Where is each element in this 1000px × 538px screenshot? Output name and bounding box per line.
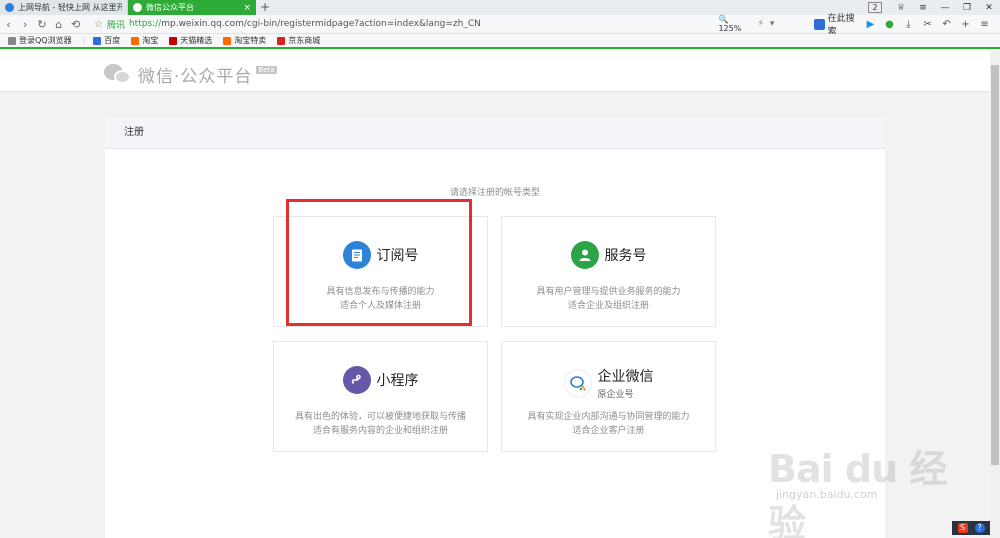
bookmark-item[interactable]: 登录QQ浏览器 (8, 35, 72, 46)
undo-icon[interactable]: ↶ (937, 19, 956, 30)
scrollbar-thumb[interactable] (991, 65, 999, 465)
jd-icon (277, 36, 286, 45)
panel-title: 注册 (105, 117, 885, 149)
back-icon[interactable]: ‹ (0, 18, 17, 31)
tab-navigation[interactable]: 上网导航 - 轻快上网 从这里开 (0, 0, 128, 15)
new-tab-button[interactable]: + (258, 0, 272, 15)
address-bar[interactable]: ☆ 腾讯 https:// mp.weixin.qq.com/cgi-bin/r… (94, 17, 700, 32)
register-panel: 注册 请选择注册的帐号类型 订阅号 具有信息发布与传播的能力 适合个人及媒体注册… (105, 117, 885, 538)
card-title-row: 小程序 (274, 366, 487, 394)
card-title-row: 服务号 (502, 241, 715, 269)
card-description: 具有实现企业内部沟通与协同管理的能力 适合企业客户注册 (502, 410, 715, 438)
url-scheme: https:// (128, 19, 162, 29)
wechat-logo-icon (104, 63, 132, 86)
card-subtitle: 原企业号 (597, 390, 634, 400)
bookmark-label: 京东商城 (288, 36, 321, 45)
bookmarks-bar: 登录QQ浏览器 | 百度 淘宝 天猫精选 淘宝特卖 京东商城 (0, 34, 1000, 49)
toolbar-icons: ▶ ● ⤓ ✂ ↶ + ≡ (861, 19, 1000, 30)
page-scrollbar[interactable] (990, 51, 1000, 538)
wechat-icon[interactable]: ● (880, 19, 899, 30)
desc-line: 具有出色的体验，可以被便捷地获取与传播 (294, 412, 466, 422)
address-toolbar: ‹ › ↻ ⌂ ⟲ ☆ 腾讯 https:// mp.weixin.qq.com… (0, 14, 1000, 37)
taobao-icon (223, 36, 232, 45)
bookmark-label: 天猫精选 (180, 36, 213, 45)
window-controls: 2 ♕ ≡ — ❐ ✕ (868, 0, 1000, 15)
desc-line: 具有实现企业内部沟通与协同管理的能力 (527, 412, 690, 422)
wework-icon (563, 369, 592, 397)
bookmark-icon (8, 36, 16, 45)
desc-line: 适合企业及组织注册 (567, 301, 649, 311)
link-icon (342, 366, 371, 394)
card-wework[interactable]: 企业微信 原企业号 具有实现企业内部沟通与协同管理的能力 适合企业客户注册 (501, 341, 716, 452)
card-name-block: 企业微信 原企业号 (598, 366, 654, 400)
highlight-box (286, 199, 472, 326)
restore-button[interactable]: ❐ (956, 3, 978, 13)
tab-label: 上网导航 - 轻快上网 从这里开 (18, 3, 122, 12)
refresh-icon[interactable]: ↻ (34, 18, 51, 31)
card-name: 小程序 (376, 373, 419, 389)
bookmark-divider: | (82, 36, 86, 45)
sogou-icon[interactable]: S (957, 523, 968, 533)
site-logo[interactable]: 微信·公众平台 Beta (104, 62, 277, 87)
bookmark-item[interactable]: 淘宝特卖 (223, 35, 266, 46)
zoom-value: 125% (718, 24, 742, 33)
bookmark-label: 百度 (104, 36, 121, 45)
baidu-icon (814, 18, 825, 30)
star-icon[interactable]: ☆ (94, 19, 103, 30)
system-tray: S ? (952, 521, 990, 535)
bookmark-item[interactable]: 天猫精选 (169, 35, 212, 46)
tab-count-badge[interactable]: 2 (868, 2, 882, 13)
card-name: 服务号 (604, 248, 647, 264)
account-type-hint: 请选择注册的帐号类型 (449, 188, 540, 198)
close-window-button[interactable]: ✕ (978, 3, 1000, 13)
card-miniprogram[interactable]: 小程序 具有出色的体验，可以被便捷地获取与传播 适合有服务内容的企业和组织注册 (273, 341, 488, 452)
url-text: mp.weixin.qq.com/cgi-bin/registermidpage… (161, 19, 481, 29)
bookmark-label: 淘宝 (142, 36, 159, 45)
close-tab-button[interactable]: × (243, 3, 251, 13)
forward-icon[interactable]: › (17, 18, 34, 31)
card-service[interactable]: 服务号 具有用户管理与提供业务服务的能力 适合企业及组织注册 (501, 216, 716, 327)
beta-badge: Beta (256, 65, 277, 74)
card-description: 具有用户管理与提供业务服务的能力 适合企业及组织注册 (502, 285, 715, 313)
play-icon[interactable]: ▶ (861, 19, 880, 30)
tab-label: 微信公众平台 (146, 3, 194, 12)
taobao-icon (131, 36, 140, 45)
bookmark-label: 登录QQ浏览器 (19, 36, 72, 45)
bookmark-label: 淘宝特卖 (234, 36, 267, 45)
tab-weixin[interactable]: 微信公众平台 × (128, 0, 256, 15)
baidu-icon (93, 36, 102, 45)
zoom-level[interactable]: 🔍 125% (718, 15, 751, 33)
site-header: 微信·公众平台 Beta (0, 51, 990, 92)
bookmark-item[interactable]: 淘宝 (131, 35, 158, 46)
globe-icon (5, 3, 14, 12)
scissors-icon[interactable]: ✂ (918, 19, 937, 30)
tmall-icon (169, 36, 178, 45)
secure-label: 腾讯 (106, 20, 125, 31)
download-icon[interactable]: ⤓ (899, 19, 918, 30)
menu-icon[interactable]: ≡ (912, 3, 934, 13)
card-title-row: 企业微信 原企业号 (502, 366, 715, 400)
menu-icon[interactable]: ≡ (975, 19, 994, 30)
add-icon[interactable]: + (956, 19, 975, 30)
card-name: 企业微信 (597, 369, 654, 385)
dropdown-icon[interactable]: ▾ (770, 19, 775, 29)
card-description: 具有出色的体验，可以被便捷地获取与传播 适合有服务内容的企业和组织注册 (274, 410, 487, 438)
desc-line: 适合企业客户注册 (572, 426, 645, 436)
desc-line: 具有用户管理与提供业务服务的能力 (536, 287, 681, 297)
shirt-icon[interactable]: ♕ (890, 3, 912, 13)
wechat-icon (133, 3, 142, 12)
desc-line: 适合有服务内容的企业和组织注册 (312, 426, 448, 436)
minimize-button[interactable]: — (934, 3, 956, 13)
bookmark-item[interactable]: 京东商城 (277, 35, 320, 46)
undo-close-icon[interactable]: ⟲ (67, 18, 84, 31)
user-icon (570, 241, 599, 269)
help-icon[interactable]: ? (974, 523, 985, 533)
home-icon[interactable]: ⌂ (50, 18, 67, 31)
logo-text: 微信·公众平台 (138, 67, 253, 87)
lightning-icon[interactable]: ⚡ (757, 19, 763, 29)
bookmark-item[interactable]: 百度 (93, 35, 120, 46)
